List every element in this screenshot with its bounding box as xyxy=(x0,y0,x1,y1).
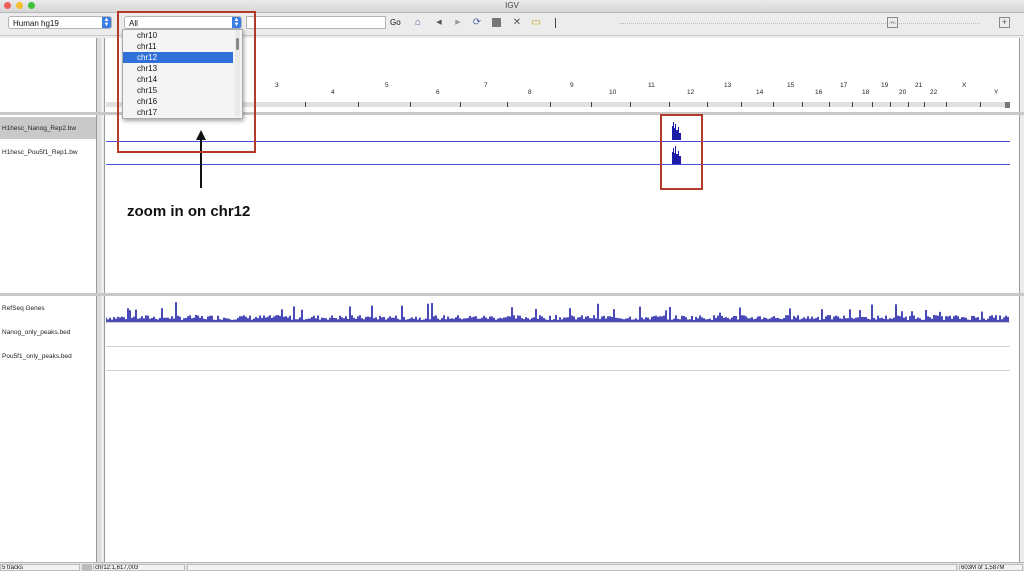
ruler-label: 6 xyxy=(436,89,440,96)
ruler-tick xyxy=(358,102,359,107)
ruler-line-icon[interactable] xyxy=(555,18,556,28)
ruler-label: 21 xyxy=(915,82,923,89)
ruler-label: 15 xyxy=(787,82,795,89)
track-separator xyxy=(106,370,1010,371)
ruler-label: 19 xyxy=(881,82,889,89)
ruler-tick xyxy=(669,102,670,107)
zoom-slider[interactable] xyxy=(620,23,980,25)
refresh-icon[interactable]: ⟳ xyxy=(471,17,483,29)
ruler-label: 12 xyxy=(687,89,695,96)
annotation-text: zoom in on chr12 xyxy=(127,203,251,220)
zoom-out-icon[interactable]: − xyxy=(887,17,898,28)
ruler-tick xyxy=(908,102,909,107)
ruler-tick xyxy=(890,102,891,107)
ruler-label: 11 xyxy=(648,82,655,89)
panel-divider[interactable] xyxy=(97,38,101,562)
ruler-label: 22 xyxy=(930,89,938,96)
ruler-label: 14 xyxy=(756,89,764,96)
ruler-tick xyxy=(707,102,708,107)
track-name-pou5f1-peaks[interactable]: Pou5f1_only_peaks.bed xyxy=(2,353,72,360)
ruler-tick xyxy=(507,102,508,107)
track-separator xyxy=(106,346,1010,347)
track-name-nanog[interactable]: H1hesc_Nanog_Rep2.bw xyxy=(2,125,76,132)
track-separator xyxy=(106,322,1010,323)
locus-search-input[interactable] xyxy=(246,16,386,29)
peak-highlight-box xyxy=(660,114,703,190)
ruler-tick xyxy=(872,102,873,107)
ruler-tick xyxy=(946,102,947,107)
ruler-label: 4 xyxy=(331,89,335,96)
ruler-label: 3 xyxy=(275,82,279,89)
roi-icon[interactable] xyxy=(491,17,503,29)
window-title: IGV xyxy=(505,1,519,10)
ruler-label: 8 xyxy=(528,89,532,96)
ruler-tick xyxy=(852,102,853,107)
resize-icon[interactable]: ✕ xyxy=(511,17,523,29)
ruler-end-marker xyxy=(1005,102,1010,108)
refseq-gene-density xyxy=(106,302,1009,322)
ruler-tick xyxy=(591,102,592,107)
go-button[interactable]: Go xyxy=(390,18,401,27)
ruler-label: 9 xyxy=(570,82,574,89)
ruler-tick xyxy=(829,102,830,107)
popup-text-icon[interactable]: ▭ xyxy=(530,17,542,29)
zoom-in-icon[interactable]: + xyxy=(999,17,1010,28)
header-name-panel xyxy=(0,38,97,112)
ruler-label: 16 xyxy=(815,89,823,96)
back-icon[interactable]: ◀ xyxy=(433,17,445,29)
gene-density-bars xyxy=(106,302,1009,322)
forward-icon[interactable]: ▶ xyxy=(452,17,464,29)
track-name-pou5f1[interactable]: H1hesc_Pou5f1_Rep1.bw xyxy=(2,149,78,156)
home-icon[interactable]: ⌂ xyxy=(412,17,424,29)
track-baseline-pou5f1 xyxy=(106,164,1010,165)
genome-select[interactable]: Human hg19 ▲ ▼ xyxy=(8,16,112,29)
ruler-tick xyxy=(773,102,774,107)
track-name-nanog-peaks[interactable]: Nanog_only_peaks.bed xyxy=(2,329,70,336)
ruler-label: 17 xyxy=(840,82,848,89)
genome-select-value: Human hg19 xyxy=(13,19,59,28)
ruler-label: 10 xyxy=(609,89,617,96)
data-track-name-panel xyxy=(0,115,97,293)
ruler-label: 13 xyxy=(724,82,732,89)
dropdown-highlight-box xyxy=(117,11,256,153)
ruler-label: 7 xyxy=(484,82,488,89)
ruler-tick xyxy=(741,102,742,107)
track-name-refseq[interactable]: RefSeq Genes xyxy=(2,305,45,312)
ruler-label: 5 xyxy=(385,82,389,89)
ruler-tick xyxy=(980,102,981,107)
ruler-tick xyxy=(924,102,925,107)
ruler-tick xyxy=(550,102,551,107)
ruler-label: 20 xyxy=(899,89,907,96)
feature-panel[interactable] xyxy=(104,296,1020,562)
ruler-tick xyxy=(630,102,631,107)
ruler-label: Y xyxy=(994,89,999,96)
ruler-tick xyxy=(802,102,803,107)
ruler-label: 18 xyxy=(862,89,870,96)
ruler-tick xyxy=(305,102,306,107)
ruler-tick xyxy=(410,102,411,107)
ruler-tick xyxy=(460,102,461,107)
ruler-label: X xyxy=(962,82,967,89)
chevron-updown-icon: ▲ ▼ xyxy=(102,17,111,28)
